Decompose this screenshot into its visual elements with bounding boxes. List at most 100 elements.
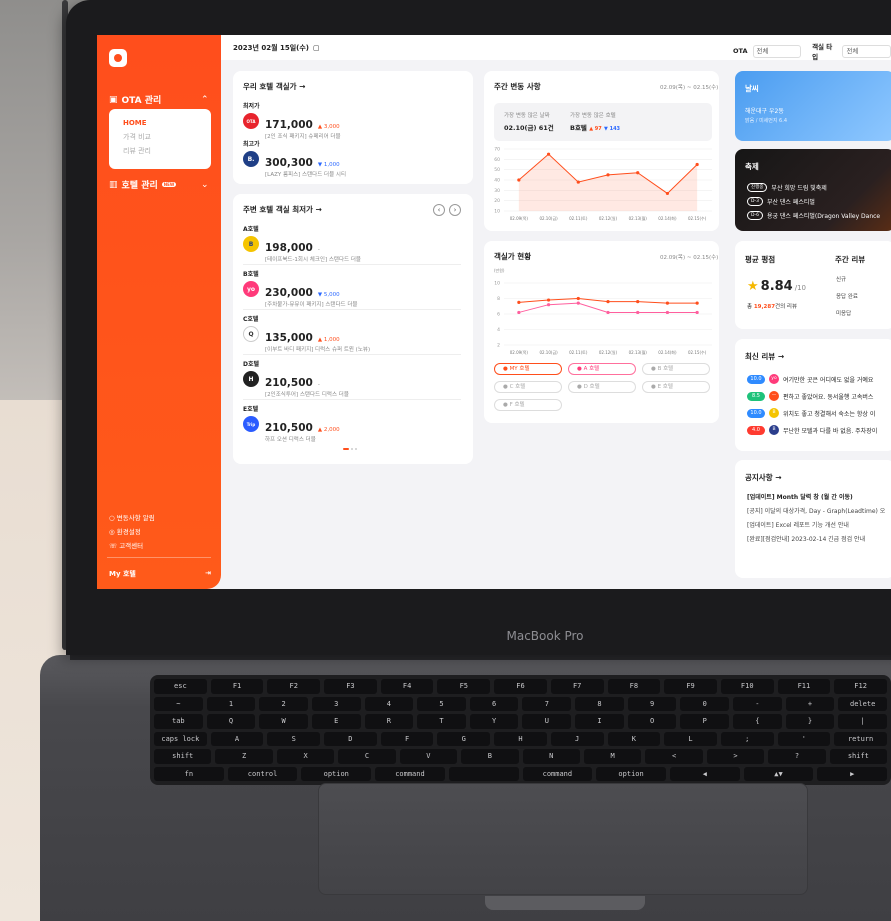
- key: F11: [777, 679, 831, 694]
- keyboard-row: shift Z X C V B N M < >? shift: [154, 749, 888, 764]
- y-tick-label: 8: [497, 296, 500, 302]
- key: A: [210, 731, 264, 746]
- x-tick-label: 02.15(수): [688, 215, 707, 221]
- legend-toggle[interactable]: ● A 호텔: [568, 363, 636, 375]
- festival-card: 축제 진행중 부산 희망 드림 빛축제 D-3 부산 댄스 페스티벌 D-6 용궁 댄스 …: [735, 149, 891, 231]
- x-tick-label: 02.12(일): [599, 215, 618, 221]
- nearby-hotel-row[interactable]: Trip 210,500 ▲ 2,000 하프 오션 디럭스 더블: [243, 416, 340, 443]
- notice-title[interactable]: 공지사항 →: [745, 472, 782, 483]
- weekly-summary: 가장 변동 많은 날짜 02.10(금) 61건 가장 변동 많은 호텔 B호텔…: [494, 103, 712, 141]
- weekly-change-chart: 10 20 30 40 50 60 70 02.09(목) 02.10(금) 02.11(토) 02…: [494, 147, 712, 221]
- legend-toggle[interactable]: ● F 호텔: [494, 399, 562, 411]
- key: H: [494, 731, 547, 746]
- review-item[interactable]: 10.0 B 위치도 좋고 청결해서 숙소는 항상 이: [747, 408, 875, 418]
- festival-name: 부산 희망 드림 빛축제: [771, 185, 827, 192]
- date-display: 2023년 02월 15일(수): [233, 43, 309, 52]
- key: Z: [215, 749, 273, 764]
- key: <: [645, 749, 703, 764]
- calendar-icon[interactable]: ▢: [313, 44, 320, 52]
- key: 4: [364, 696, 414, 711]
- key: -: [733, 696, 782, 711]
- legend-toggle[interactable]: ● MY 호텔: [494, 363, 562, 375]
- ota-filter-label: OTA: [733, 47, 748, 55]
- nearby-hotel-row[interactable]: H 210,500 - [2인조식투어] 스탠다드 디럭스 더블: [243, 371, 349, 398]
- key: [448, 766, 519, 781]
- row-divider: [243, 264, 461, 265]
- key: M: [583, 749, 642, 764]
- key: tab: [154, 714, 203, 729]
- filter-group: OTA 전체 객실 타입 전체: [733, 41, 891, 61]
- low-change: ▲ 3,000: [317, 124, 340, 130]
- settings-link[interactable]: ◎ 환경설정: [109, 525, 155, 539]
- nearby-title[interactable]: 주변 호텔 객실 최저가 →: [243, 204, 322, 215]
- key: shift: [829, 749, 888, 764]
- ota-menu[interactable]: ▣ OTA 관리 ⌃: [109, 93, 209, 107]
- hotel-menu[interactable]: ▥ 호텔 관리 NEW ⌄: [109, 178, 209, 192]
- data-point: [517, 310, 521, 315]
- key: ◀: [669, 766, 740, 781]
- review-item[interactable]: 4.0 B 무난한 모텔과 다를 바 없음. 주차장이: [747, 425, 877, 435]
- data-point: [665, 310, 670, 315]
- app-logo[interactable]: [109, 49, 127, 67]
- prev-arrow-icon[interactable]: ‹: [433, 204, 445, 216]
- notice-item[interactable]: [업데이트] Excel 레포트 기능 개선 안내: [747, 520, 849, 529]
- keyboard-row: tab Q W E R T Y U I O P{} |: [154, 714, 887, 729]
- submenu-home[interactable]: HOME: [123, 116, 197, 130]
- key: ;: [720, 731, 774, 746]
- key: 8: [575, 696, 624, 711]
- key: F2: [267, 679, 321, 694]
- room-type-select[interactable]: 전체: [842, 44, 891, 58]
- data-point: [636, 300, 640, 304]
- page-dots[interactable]: [343, 448, 357, 450]
- high-change: ▼ 1,000: [317, 162, 340, 168]
- trackpad: [318, 783, 808, 895]
- high-price: 300,300: [265, 157, 313, 169]
- key: option: [301, 766, 372, 781]
- nearby-hotel-row[interactable]: B 198,000 - [테이프북드-1회시 체크인] 스탠다드 더블: [243, 236, 361, 263]
- y-tick-label: 10: [494, 209, 500, 215]
- reviews-title[interactable]: 최신 리뷰 →: [745, 351, 784, 362]
- weather-detail: 맑음 / 미세먼지 6.4: [745, 118, 788, 124]
- my-hotel[interactable]: My 호텔 ⇥: [109, 569, 211, 579]
- ota-select[interactable]: 전체: [752, 44, 802, 58]
- nearby-hotel-row[interactable]: Q 135,000 ▲ 1,000 [이부트 바디 패키지] 디럭스 슈퍼 트윈 (…: [243, 326, 370, 353]
- logout-icon[interactable]: ⇥: [205, 569, 211, 579]
- notice-item[interactable]: [완료][점검안내] 2023-02-14 긴급 점검 안내: [747, 534, 865, 543]
- key: R: [364, 714, 414, 729]
- y-tick-label: 40: [494, 178, 500, 184]
- submenu-price-compare[interactable]: 가격 비교: [123, 130, 197, 144]
- sidebar-divider: [107, 557, 211, 558]
- rating-title: 평균 평점: [745, 255, 776, 264]
- my-rates-title[interactable]: 우리 호텔 객실가 →: [243, 81, 305, 92]
- sidebar-footer: ○ 변동사항 알림 ◎ 환경설정 ☏ 고객센터: [109, 511, 155, 553]
- next-arrow-icon[interactable]: ›: [449, 204, 461, 216]
- my-rates-card: 우리 호텔 객실가 → 최저가 OTA 171,000 ▲ 3,000 [2인 …: [233, 71, 473, 184]
- legend-toggle[interactable]: ● C 호텔: [494, 381, 562, 393]
- festival-item[interactable]: D-6 용궁 댄스 페스티벌(Dragon Valley Dance: [747, 211, 880, 220]
- weekly-range: 02.09(목) ~ 02.15(수): [660, 85, 719, 91]
- weekly-review-done: 응답 완료: [836, 294, 858, 300]
- x-tick-label: 02.09(목): [510, 350, 529, 355]
- legend-toggle[interactable]: ● D 호텔: [568, 381, 636, 393]
- legend-toggle[interactable]: ● E 호텔: [642, 381, 710, 393]
- ota-logo-icon: yo: [243, 281, 259, 297]
- review-item[interactable]: 10.0 yo 여기만한 곳은 어디에도 없을 거예요: [747, 374, 873, 384]
- ota-icon: B: [769, 425, 779, 435]
- nearby-change: -: [317, 247, 320, 253]
- y-tick-label: 60: [494, 157, 500, 163]
- y-tick-label: 70: [494, 147, 500, 153]
- nearby-hotel-row[interactable]: yo 230,000 ▼ 5,000 [주차불가-뮤뮤이 패키지] 스탠다드 더블: [243, 281, 357, 308]
- data-point: [606, 300, 610, 304]
- festival-tag: 진행중: [747, 183, 768, 192]
- festival-item[interactable]: 진행중 부산 희망 드림 빛축제: [747, 183, 827, 192]
- festival-item[interactable]: D-3 부산 댄스 페스티벌: [747, 197, 815, 206]
- notice-item[interactable]: [공지] 이달의 대상가격, Day - Graph(Leadtime) 오: [747, 506, 885, 515]
- review-item[interactable]: 8.5 — 편하고 좋았어요. 동서울행 고속버스: [747, 391, 873, 401]
- rate-status-chart: 2 4 6 8 10 02.09(목) 02.10(금) 02.11(토) 02.12(일) 02…: [494, 281, 712, 355]
- x-tick-label: 02.14(화): [658, 215, 677, 221]
- legend-toggle[interactable]: ● B 호텔: [642, 363, 710, 375]
- submenu-review[interactable]: 리뷰 관리: [123, 144, 197, 158]
- support-link[interactable]: ☏ 고객센터: [109, 539, 155, 553]
- notice-item[interactable]: [업데이트] Month 달력 창 (월 간 이동): [747, 492, 853, 501]
- notify-link[interactable]: ○ 변동사항 알림: [109, 511, 155, 525]
